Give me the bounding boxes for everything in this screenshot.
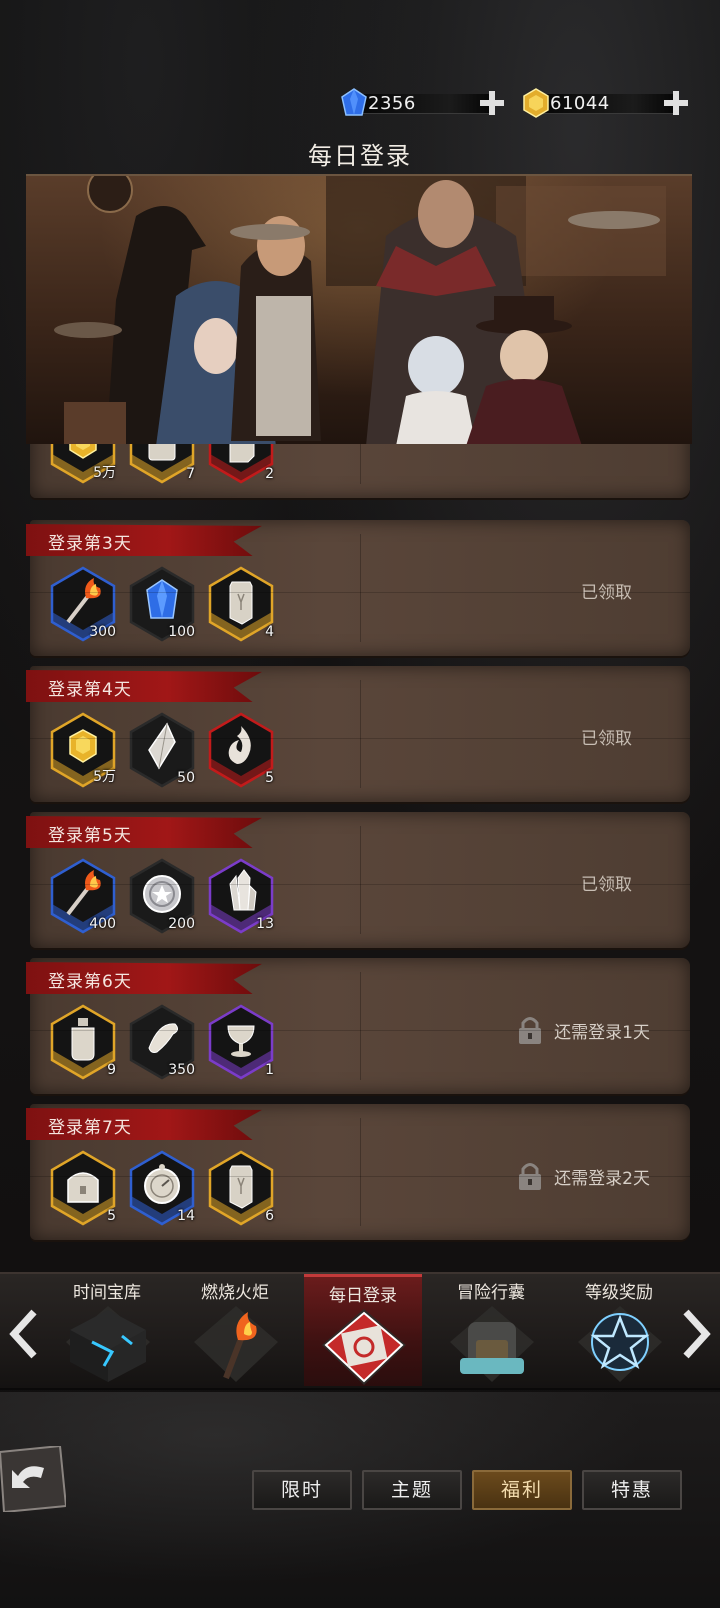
reward-item[interactable]: 100 [129,566,195,642]
item-count: 9 [107,1062,116,1078]
reward-items: 9 350 1 [50,1004,274,1080]
pentagram-icon [578,1306,662,1382]
day-label: 登录第5天 [26,816,262,848]
item-count: 5万 [93,465,116,481]
cube-icon [66,1306,150,1382]
daily-reward-row: 登录第5天 400 200 13 已领取 [26,812,690,948]
reward-list[interactable]: 5万 7 2 已领取登录第3天 300 100 [0,444,720,1270]
item-count: 200 [168,916,195,932]
claimed-status: 已领取 [581,729,632,749]
tab-label: 冒险行囊 [457,1283,525,1303]
daily-reward-row: 登录第7天 5 14 6 还需登录2天 [26,1104,690,1240]
item-count: 5万 [93,769,116,785]
backpack-icon [450,1306,534,1382]
reward-item[interactable]: 350 [129,1004,195,1080]
item-count: 5 [107,1208,116,1224]
reward-items: 300 100 4 [50,566,274,642]
reward-item[interactable]: 2 [208,444,274,484]
claimed-status: 已领取 [581,583,632,603]
item-count: 4 [265,624,274,640]
item-count: 350 [168,1062,195,1078]
blue-gem-icon [341,88,367,116]
tab-cube[interactable]: 时间宝库 [48,1274,166,1386]
scroll-right-arrow-icon[interactable] [680,1308,714,1360]
gem-amount: 2356 [368,92,416,114]
add-gems-button[interactable] [478,89,506,117]
item-count: 300 [89,624,116,640]
reward-item[interactable]: 5 [50,1150,116,1226]
daily-reward-row: 登录第4天 5万 50 5 已领取 [26,666,690,802]
reward-item[interactable]: 5 [208,712,274,788]
reward-items: 5万 7 2 [50,444,274,484]
category-button[interactable]: 特惠 [582,1470,682,1510]
locked-status: 还需登录1天 [516,1014,650,1046]
back-button[interactable] [0,1446,66,1512]
tab-label: 时间宝库 [73,1283,141,1303]
gold-amount: 61044 [550,92,610,114]
tab-label: 等级奖励 [585,1283,653,1303]
lock-icon [519,1017,542,1044]
reward-item[interactable]: 4 [208,566,274,642]
day-label: 登录第3天 [26,524,262,556]
item-count: 14 [177,1208,195,1224]
reward-items: 5万 50 5 [50,712,274,788]
reward-item[interactable]: 50 [129,712,195,788]
item-count: 5 [265,770,274,786]
reward-item[interactable]: 1 [208,1004,274,1080]
item-count: 6 [265,1208,274,1224]
lock-icon [519,1163,542,1190]
reward-items: 400 200 13 [50,858,274,934]
torch-icon [194,1306,278,1382]
tab-label: 燃烧火炬 [201,1283,269,1303]
tab-backpack[interactable]: 冒险行囊 [432,1274,550,1386]
reward-item[interactable]: 200 [129,858,195,934]
gold-currency: 61044 [520,88,690,118]
tab-calendar[interactable]: 每日登录 [304,1274,422,1386]
item-count: 2 [265,466,274,482]
item-count: 13 [256,916,274,932]
days-remaining-text: 还需登录1天 [554,1022,650,1043]
category-button[interactable]: 主题 [362,1470,462,1510]
day-label: 登录第4天 [26,670,262,702]
reward-item[interactable]: 13 [208,858,274,934]
gem-currency: 2356 [338,88,506,118]
page-title: 每日登录 [308,142,412,170]
tab-torch[interactable]: 燃烧火炬 [176,1274,294,1386]
banner-illustration [26,174,692,444]
day-label: 登录第6天 [26,962,262,994]
claimed-status: 已领取 [581,875,632,895]
item-count: 50 [177,770,195,786]
item-count: 100 [168,624,195,640]
day-label: 登录第7天 [26,1108,262,1140]
feature-tab-bar: 时间宝库 燃烧火炬 每日登录 冒险行囊 等级奖励 [0,1272,720,1390]
item-count: 1 [265,1062,274,1078]
daily-reward-row: 登录第6天 9 350 1 还需登录1天 [26,958,690,1094]
calendar-icon [322,1309,406,1385]
reward-item[interactable]: 300 [50,566,116,642]
reward-item[interactable]: 5万 [50,444,116,484]
tab-pentagram[interactable]: 等级奖励 [560,1274,678,1386]
daily-reward-row: 登录第3天 300 100 4 已领取 [26,520,690,656]
gold-coin-icon [523,88,549,118]
category-button[interactable]: 福利 [472,1470,572,1510]
reward-item[interactable]: 5万 [50,712,116,788]
item-count: 400 [89,916,116,932]
reward-item[interactable]: 7 [129,444,195,484]
item-count: 7 [186,466,195,482]
locked-status: 还需登录2天 [516,1160,650,1192]
reward-item[interactable]: 6 [208,1150,274,1226]
add-gold-button[interactable] [662,89,690,117]
claimed-status: 已领取 [581,444,632,445]
reward-items: 5 14 6 [50,1150,274,1226]
reward-item[interactable]: 9 [50,1004,116,1080]
reward-item[interactable]: 14 [129,1150,195,1226]
tab-label: 每日登录 [329,1286,397,1306]
reward-item[interactable]: 400 [50,858,116,934]
daily-reward-row: 5万 7 2 已领取 [30,444,690,498]
category-button[interactable]: 限时 [252,1470,352,1510]
days-remaining-text: 还需登录2天 [554,1168,650,1189]
scroll-left-arrow-icon[interactable] [6,1308,40,1360]
